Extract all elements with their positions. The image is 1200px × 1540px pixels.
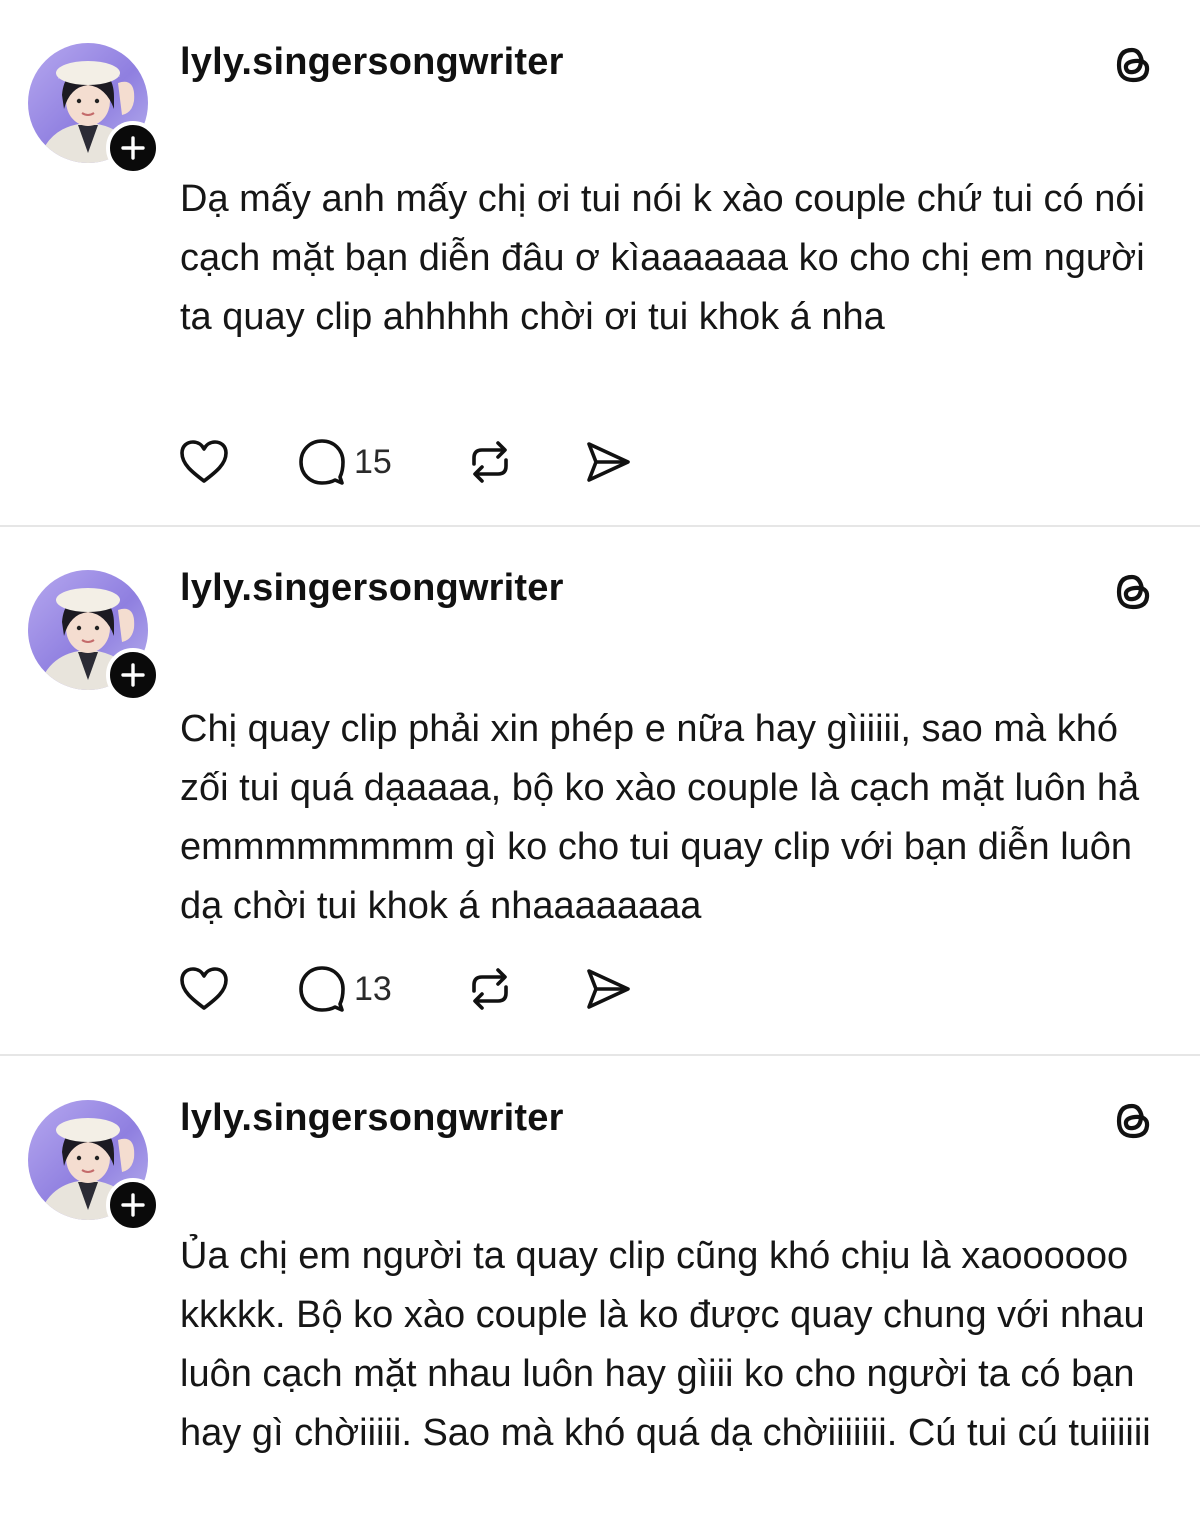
repost-icon xyxy=(472,441,508,483)
repost-button[interactable] xyxy=(464,961,582,1017)
post-actions: 15 xyxy=(178,434,634,490)
share-button[interactable] xyxy=(582,434,634,490)
post-text: Ủa chị em người ta quay clip cũng khó ch… xyxy=(180,1235,1151,1454)
avatar-container[interactable] xyxy=(28,1100,160,1232)
comment-count: 15 xyxy=(354,442,392,481)
avatar-container[interactable] xyxy=(28,570,160,702)
repost-button[interactable] xyxy=(464,434,582,490)
username[interactable]: lyly.singersongwriter xyxy=(180,1094,564,1142)
post-text: Chị quay clip phải xin phép e nữa hay gì… xyxy=(180,708,1140,927)
post-card: lyly.singersongwriter Dạ mấy anh mấy chị… xyxy=(0,0,1200,527)
threads-logo-icon[interactable] xyxy=(1108,567,1158,617)
heart-icon xyxy=(180,967,228,1010)
plus-icon xyxy=(121,136,145,160)
comment-bubble-icon xyxy=(299,439,345,485)
post-actions: 13 xyxy=(178,961,634,1017)
comment-bubble-icon xyxy=(299,966,345,1012)
comment-button[interactable]: 13 xyxy=(296,961,464,1017)
threads-logo-icon[interactable] xyxy=(1108,40,1158,90)
username[interactable]: lyly.singersongwriter xyxy=(180,38,564,86)
like-button[interactable] xyxy=(178,961,296,1017)
username[interactable]: lyly.singersongwriter xyxy=(180,564,564,612)
like-button[interactable] xyxy=(178,434,296,490)
post-text: Dạ mấy anh mấy chị ơi tui nói k xào coup… xyxy=(180,178,1145,338)
follow-button[interactable] xyxy=(106,1178,160,1232)
plus-icon xyxy=(121,1193,145,1217)
threads-feed: lyly.singersongwriter Dạ mấy anh mấy chị… xyxy=(0,0,1200,1540)
repost-icon xyxy=(472,968,508,1010)
threads-logo-icon[interactable] xyxy=(1108,1096,1158,1146)
comment-count: 13 xyxy=(354,969,392,1008)
heart-icon xyxy=(180,440,228,483)
share-button[interactable] xyxy=(582,961,634,1017)
follow-button[interactable] xyxy=(106,648,160,702)
post-card: lyly.singersongwriter Chị quay clip phải… xyxy=(0,527,1200,1056)
plus-icon xyxy=(121,663,145,687)
post-card: lyly.singersongwriter Ủa chị em người ta… xyxy=(0,1056,1200,1540)
comment-button[interactable]: 15 xyxy=(296,434,464,490)
send-icon xyxy=(587,442,630,482)
avatar-container[interactable] xyxy=(28,43,160,175)
follow-button[interactable] xyxy=(106,121,160,175)
send-icon xyxy=(587,969,630,1009)
